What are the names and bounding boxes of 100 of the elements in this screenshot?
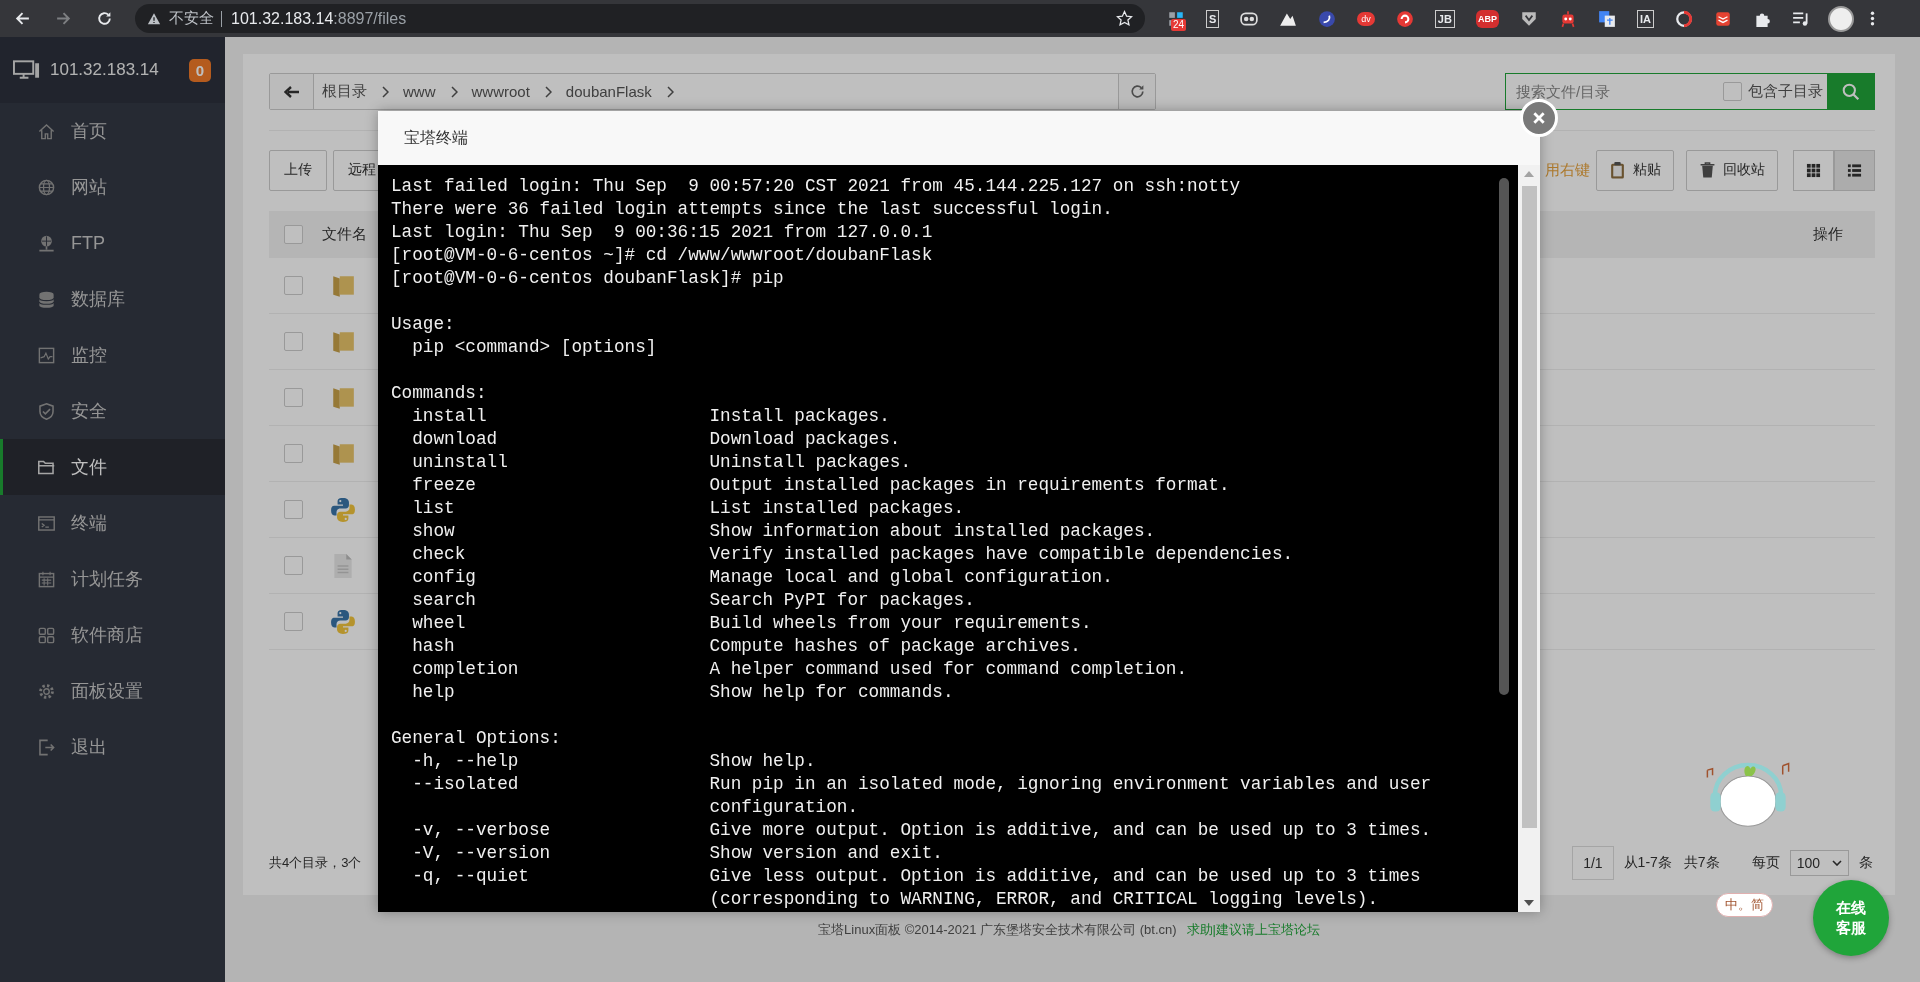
stack-icon[interactable] [1713, 9, 1732, 28]
copyright-text: 宝塔Linux面板 ©2014-2021 广东堡塔安全技术有限公司 (bt.cn) [818, 921, 1177, 939]
option-name: search [412, 589, 477, 612]
page-number[interactable]: 1/1 [1572, 846, 1614, 880]
grid-view-button[interactable] [1793, 149, 1834, 191]
list-view-button[interactable] [1834, 149, 1875, 191]
database-icon [37, 289, 56, 309]
breadcrumb-link[interactable]: wwwroot [471, 83, 530, 100]
dialog-title: 宝塔终端 [404, 127, 468, 148]
search-button[interactable] [1827, 73, 1875, 110]
row-checkbox[interactable] [284, 276, 303, 295]
range-text: 从1-7条 [1622, 854, 1673, 872]
option-description: Give more output. Option is additive, and can be used up to 3 times. [709, 819, 1433, 842]
column-header: 文件名 [322, 225, 367, 244]
input-method-indicator[interactable]: 中。简 [1716, 893, 1773, 917]
sidebar-item[interactable]: 首页 [0, 103, 225, 159]
search-field[interactable]: 搜索文件/目录 [1505, 73, 1723, 110]
extension-icon[interactable]: S [1206, 9, 1220, 28]
extension-icon[interactable]: IA [1636, 9, 1654, 28]
count-badge: 24 [1171, 18, 1187, 31]
sidebar-item[interactable]: 退出 [0, 719, 225, 775]
row-checkbox[interactable] [284, 388, 303, 407]
shield-icon[interactable] [1519, 9, 1538, 28]
back-button[interactable] [270, 74, 314, 109]
row-checkbox[interactable] [284, 444, 303, 463]
sidebar-item[interactable]: 安全 [0, 383, 225, 439]
option-description: Uninstall packages. [709, 451, 913, 474]
forward-icon[interactable] [55, 10, 72, 27]
toolbar-button[interactable]: 上传 [269, 149, 327, 191]
extension-icon[interactable]: dv [1357, 11, 1375, 26]
star-icon[interactable] [1116, 10, 1133, 27]
menu-icon[interactable] [1869, 10, 1875, 27]
option-name: freeze [412, 474, 477, 497]
terminal-line: Last failed login: Thu Sep 9 00:57:20 CST 2021 from 45.144.225.127 on ssh:notty [391, 175, 1242, 198]
back-icon[interactable] [14, 10, 31, 27]
chevron-icon [665, 85, 674, 98]
translate-icon[interactable] [1597, 9, 1616, 28]
option-name: -q, --quiet [412, 865, 530, 888]
breadcrumb-link[interactable]: doubanFlask [565, 83, 652, 100]
ring-icon[interactable] [1674, 9, 1693, 28]
toolbar-button[interactable]: 粘贴 [1596, 149, 1674, 191]
playlist-icon[interactable] [1791, 9, 1810, 28]
security-label: 不安全 [169, 9, 214, 28]
option-name: completion [412, 658, 520, 681]
page-size-select[interactable]: 100 [1789, 850, 1849, 876]
sidebar-item[interactable]: 面板设置 [0, 663, 225, 719]
chevron-icon [381, 85, 389, 98]
avatar-icon[interactable] [1827, 5, 1854, 32]
scrollbar-thumb[interactable] [1499, 178, 1509, 695]
breadcrumb-link[interactable]: 根目录 [322, 82, 367, 101]
row-checkbox[interactable] [284, 612, 303, 631]
computer-icon [13, 60, 40, 80]
breadcrumb-link[interactable]: www [403, 83, 436, 100]
sidebar-item[interactable]: 监控 [0, 327, 225, 383]
sidebar-item[interactable]: 数据库 [0, 271, 225, 327]
close-icon [1532, 111, 1546, 125]
toolbar-button[interactable]: 回收站 [1686, 149, 1778, 191]
reload-icon[interactable] [96, 10, 113, 27]
grid-icon [37, 625, 56, 645]
option-description: Manage local and global configuration. [709, 566, 1114, 589]
swirl-icon[interactable] [1318, 9, 1337, 28]
sidebar-item[interactable]: 文件 [0, 439, 225, 495]
back-arrow-icon [283, 85, 300, 98]
subdirectory-checkbox[interactable]: 包含子目录 [1723, 73, 1827, 110]
search-icon [1842, 82, 1860, 101]
server-address: 101.32.183.14 [50, 60, 159, 80]
address-bar[interactable]: 不安全 101.32.183.14:8897/files [135, 4, 1145, 33]
select-all-checkbox[interactable] [284, 225, 303, 244]
sidebar-item[interactable]: 计划任务 [0, 551, 225, 607]
terminal-line: General Options: [391, 727, 562, 750]
warning-icon [147, 11, 161, 26]
option-description: Give less output. Option is additive, and can be used up to 3 times (corresponding to WARNING, ERROR, and CRITICAL logging levels). [709, 865, 1422, 911]
row-checkbox[interactable] [284, 332, 303, 351]
list-icon [1847, 162, 1862, 178]
row-checkbox[interactable] [284, 556, 303, 575]
sidebar-item[interactable]: 终端 [0, 495, 225, 551]
refresh-button[interactable] [1118, 74, 1155, 109]
chart-icon [37, 345, 56, 365]
terminal-line: Usage: [391, 313, 456, 336]
sidebar-item[interactable]: FTP [0, 215, 225, 271]
option-name: hash [412, 635, 456, 658]
scrollbar[interactable] [1518, 165, 1540, 912]
clipboard-icon [1609, 161, 1626, 179]
option-description: Show information about installed packages. [709, 520, 1157, 543]
down-arrow-icon[interactable] [1524, 900, 1534, 906]
option-name: -V, --version [412, 842, 552, 865]
option-description: Show help. [709, 750, 817, 773]
option-name: wheel [412, 612, 467, 635]
extension-icon[interactable]: JB [1434, 9, 1455, 28]
sidebar-item[interactable]: 网站 [0, 159, 225, 215]
row-checkbox[interactable] [284, 500, 303, 519]
terminal-line: [root@VM-0-6-centos doubanFlask]# pip [391, 267, 785, 290]
option-description: Show version and exit. [709, 842, 944, 865]
sidebar-item[interactable]: 软件商店 [0, 607, 225, 663]
option-description: Show help for commands. [709, 681, 955, 704]
option-description: Output installed packages in requirements format. [709, 474, 1231, 497]
terminal-icon [37, 513, 56, 533]
option-description: Build wheels from your requirements. [709, 612, 1093, 635]
trash-icon [1699, 161, 1716, 179]
extension-icon[interactable]: ABP [1475, 9, 1499, 28]
